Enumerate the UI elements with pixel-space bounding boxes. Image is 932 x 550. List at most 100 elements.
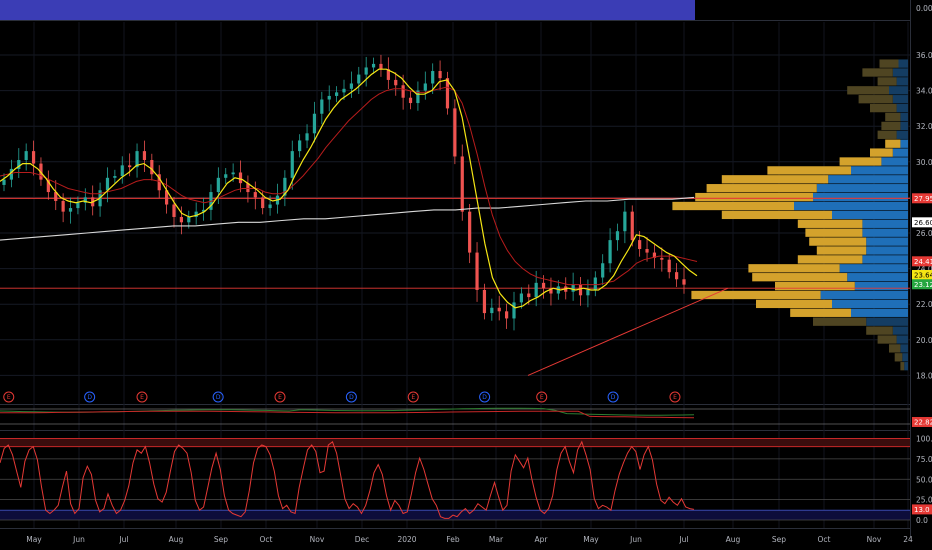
event-marker-label: D <box>611 394 616 401</box>
time-tick-label: Jun <box>629 535 642 544</box>
vp-up-bar <box>885 112 901 122</box>
candle-body <box>453 108 457 157</box>
time-tick-label: Feb <box>446 535 460 544</box>
candle-body <box>105 177 110 191</box>
candle-body <box>179 216 183 223</box>
candle-body <box>216 177 220 193</box>
vp-up-bar <box>797 255 863 264</box>
vp-down-bar <box>816 184 908 193</box>
vp-down-bar <box>896 335 908 344</box>
vp-up-bar <box>775 281 855 291</box>
vp-down-bar <box>794 201 908 211</box>
vp-down-bar <box>851 166 908 175</box>
vp-down-bar <box>900 112 908 122</box>
time-tick-label: Jul <box>678 535 688 544</box>
vp-down-bar <box>866 246 908 255</box>
time-tick-label: Sep <box>772 535 786 544</box>
price-tick-label: 34.00 <box>916 87 932 96</box>
candle-body <box>586 289 590 296</box>
vp-down-bar <box>889 86 908 95</box>
vp-up-bar <box>809 237 867 246</box>
candle-body <box>253 192 257 198</box>
candle-body <box>268 204 272 209</box>
vp-up-bar <box>695 192 813 202</box>
candle-body <box>357 74 361 84</box>
vp-up-bar <box>706 184 817 193</box>
candle-body <box>187 216 191 223</box>
candle-body <box>335 92 339 96</box>
candle-body <box>261 197 265 209</box>
ma-mid-line <box>0 86 698 286</box>
candle-body <box>364 67 368 75</box>
candle-body <box>349 83 353 89</box>
event-marker-label: E <box>7 394 11 401</box>
candle-body <box>305 133 309 141</box>
oscillator-value: 13.0 <box>914 506 930 514</box>
vp-down-bar <box>892 68 908 77</box>
overbought-band <box>0 438 910 447</box>
vp-down-bar <box>813 192 908 202</box>
vp-up-bar <box>839 157 882 166</box>
candle-body <box>224 174 228 178</box>
vp-up-bar <box>748 264 840 273</box>
vp-up-bar <box>691 290 821 300</box>
candle-body <box>142 151 147 161</box>
candle-body <box>578 284 583 296</box>
oscillator-tick-label: 50.0 <box>916 475 932 484</box>
candle-body <box>231 172 235 175</box>
event-marker-label: D <box>482 394 487 401</box>
time-tick-label: Mar <box>489 535 504 544</box>
candle-body <box>660 257 664 260</box>
price-tick-label: 18.00 <box>916 371 932 380</box>
vp-down-bar <box>896 130 908 139</box>
ma-fast-line <box>0 68 698 309</box>
vp-up-bar <box>881 121 901 131</box>
price-marker-value: 24.41 <box>914 258 932 266</box>
vp-up-bar <box>790 308 851 317</box>
vp-up-bar <box>721 210 832 220</box>
event-markers: EDEDEDEDEDE <box>3 391 681 403</box>
stock-chart: EDEDEDEDEDE 36.0034.0032.0030.0028.0026.… <box>0 0 932 544</box>
vp-down-bar <box>862 228 908 237</box>
vp-down-bar <box>900 139 908 148</box>
vp-up-bar <box>877 335 897 344</box>
vp-down-bar <box>881 157 908 166</box>
candle-body <box>571 284 575 292</box>
candle-body <box>460 156 464 212</box>
vp-down-bar <box>832 299 908 309</box>
candle-body <box>630 211 634 241</box>
vp-up-bar <box>858 95 893 104</box>
time-tick-label: Sep <box>214 535 228 544</box>
time-tick-label: Apr <box>535 535 549 544</box>
vp-down-bar <box>820 290 908 300</box>
vp-down-bar <box>862 219 908 228</box>
candle-body <box>541 282 546 289</box>
candle-body <box>401 85 405 98</box>
candle-body <box>61 200 65 212</box>
candle-body <box>394 79 398 86</box>
candle-body <box>534 282 538 298</box>
candle-body <box>482 289 487 314</box>
candle-body <box>24 151 28 161</box>
time-tick-label: Nov <box>867 535 882 544</box>
vp-down-bar <box>892 148 908 157</box>
candle-body <box>593 277 597 290</box>
vp-up-bar <box>797 219 863 228</box>
time-tick-label: May <box>26 535 42 544</box>
oscillator-line <box>0 440 695 519</box>
candle-body <box>512 302 516 319</box>
vp-up-bar <box>862 68 893 77</box>
ma-slow-line <box>0 196 695 241</box>
candle-body <box>298 140 302 152</box>
vp-down-bar <box>832 210 908 220</box>
vp-up-bar <box>672 201 794 211</box>
candle-body <box>172 204 176 217</box>
vp-down-bar <box>839 264 908 273</box>
candle-body <box>342 88 346 93</box>
candle-body <box>505 311 509 319</box>
candle-body <box>615 231 620 241</box>
candle-body <box>468 211 472 253</box>
vp-down-bar <box>898 59 908 68</box>
price-tick-label: 20.00 <box>916 336 932 345</box>
price-tick-label: 36.00 <box>916 51 932 60</box>
